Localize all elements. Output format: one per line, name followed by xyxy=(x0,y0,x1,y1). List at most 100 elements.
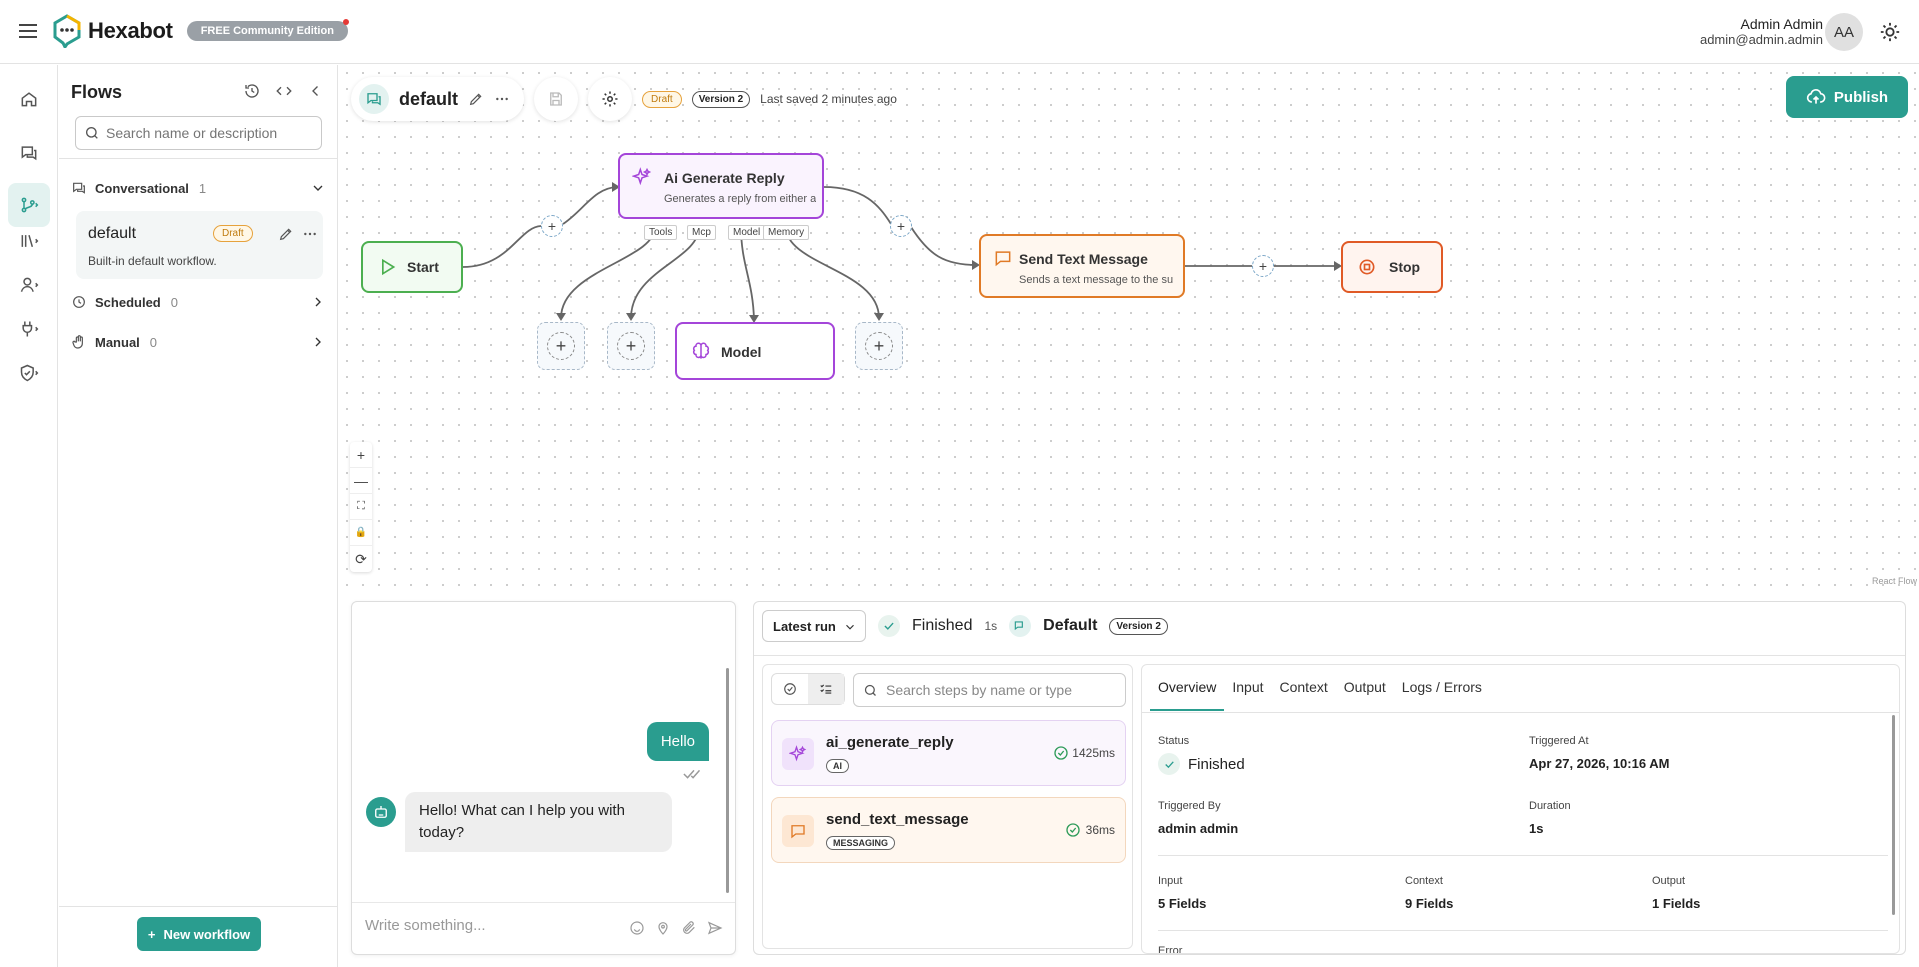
port-memory[interactable]: Memory xyxy=(763,225,810,240)
steps-search[interactable] xyxy=(853,673,1126,707)
add-node-button[interactable]: + xyxy=(541,215,563,237)
tab-overview[interactable]: Overview xyxy=(1150,679,1225,711)
flows-search[interactable] xyxy=(75,116,322,150)
lock-button[interactable]: 🔒 xyxy=(350,520,372,546)
collapse-icon[interactable] xyxy=(307,82,325,100)
fit-view-button[interactable]: ⛶ xyxy=(350,494,372,520)
node-stop[interactable]: Stop xyxy=(1341,241,1443,293)
port-model[interactable]: Model xyxy=(728,225,766,240)
run-status: Finished xyxy=(912,617,973,634)
check-circle-icon xyxy=(784,683,796,695)
pencil-icon[interactable] xyxy=(278,226,294,242)
brand-logo[interactable]: Hexabot FREE Community Edition xyxy=(52,14,350,48)
arrowhead xyxy=(626,313,636,321)
nav-home[interactable] xyxy=(8,77,50,121)
tab-logs-errors[interactable]: Logs / Errors xyxy=(1394,679,1490,711)
chat-scrollbar[interactable] xyxy=(726,668,729,893)
tab-input[interactable]: Input xyxy=(1224,679,1271,711)
user-icon xyxy=(20,277,39,292)
top-header: Hexabot FREE Community Edition Admin Adm… xyxy=(0,0,1919,64)
input-value: 5 Fields xyxy=(1158,896,1207,911)
context-label: Context xyxy=(1405,875,1443,887)
reset-button[interactable]: ⟳ xyxy=(350,546,372,572)
edge-start-ai xyxy=(462,186,618,268)
menu-icon[interactable] xyxy=(16,20,40,44)
send-icon[interactable] xyxy=(707,920,723,936)
step-duration: 36ms xyxy=(1085,823,1115,837)
node-model[interactable]: Model xyxy=(675,322,835,380)
nav-inbox[interactable] xyxy=(8,131,50,175)
zoom-in-button[interactable]: + xyxy=(350,442,372,468)
node-send-text-message[interactable]: Send Text Message Sends a text message t… xyxy=(979,234,1185,298)
nav-security[interactable] xyxy=(8,351,50,395)
user-name: Admin Admin xyxy=(1740,16,1823,32)
triggered-at-label: Triggered At xyxy=(1529,735,1589,747)
react-flow-attribution[interactable]: React Flow xyxy=(1872,576,1917,586)
bot-avatar xyxy=(366,797,396,827)
new-workflow-button[interactable]: + New workflow xyxy=(137,917,261,951)
status-view-button[interactable] xyxy=(772,674,808,704)
node-ai-generate-reply[interactable]: Ai Generate Reply Generates a reply from… xyxy=(618,153,824,219)
error-label: Error xyxy=(1158,945,1183,954)
plug-icon xyxy=(22,321,39,337)
nav-library[interactable] xyxy=(8,219,50,263)
steps-search-input[interactable] xyxy=(886,682,1116,698)
add-memory-placeholder[interactable]: + xyxy=(855,322,903,370)
flow-card-default[interactable]: default Draft Built-in default workflow. xyxy=(76,211,323,279)
triggered-at-value: Apr 27, 2026, 10:16 AM xyxy=(1529,756,1670,771)
node-title: Ai Generate Reply xyxy=(664,170,785,186)
nav-users[interactable] xyxy=(8,263,50,307)
flow-canvas[interactable]: default Draft Version 2 Last saved 2 min… xyxy=(339,65,1919,588)
user-info[interactable]: Admin Admin admin@admin.admin xyxy=(1700,16,1823,47)
divider xyxy=(754,655,1905,656)
add-mcp-placeholder[interactable]: + xyxy=(607,322,655,370)
group-conversational[interactable]: Conversational 1 xyxy=(71,176,326,200)
code-icon[interactable] xyxy=(275,82,293,100)
step-tag: AI xyxy=(826,759,849,773)
location-icon[interactable] xyxy=(655,920,671,936)
node-title: Send Text Message xyxy=(1019,251,1148,267)
shield-icon xyxy=(20,364,39,382)
detail-scrollbar[interactable] xyxy=(1892,715,1895,915)
chat-icon xyxy=(73,182,85,194)
port-tools[interactable]: Tools xyxy=(644,225,678,240)
group-label: Conversational xyxy=(95,180,189,196)
nav-integrations[interactable] xyxy=(8,307,50,351)
history-icon[interactable] xyxy=(243,82,261,100)
step-tag: MESSAGING xyxy=(826,836,896,850)
port-mcp[interactable]: Mcp xyxy=(687,225,716,240)
stop-icon xyxy=(1359,259,1375,275)
user-email: admin@admin.admin xyxy=(1699,32,1823,47)
attachment-icon[interactable] xyxy=(681,920,697,936)
group-scheduled[interactable]: Scheduled 0 xyxy=(71,290,326,314)
list-view-button[interactable] xyxy=(808,674,844,704)
tab-output[interactable]: Output xyxy=(1336,679,1394,711)
more-icon[interactable] xyxy=(302,226,318,242)
edge-mcp xyxy=(630,226,700,319)
plus-icon: + xyxy=(617,332,645,360)
chat-input[interactable] xyxy=(365,917,625,934)
step-item[interactable]: ai_generate_reply AI 1425ms xyxy=(771,720,1126,786)
version-badge: Version 2 xyxy=(1109,617,1168,635)
group-manual[interactable]: Manual 0 xyxy=(71,330,326,354)
check-circle-icon xyxy=(1158,753,1180,775)
flows-search-input[interactable] xyxy=(106,125,306,141)
flows-panel: Flows Conversational 1 default Draft Bui… xyxy=(59,65,338,967)
node-start[interactable]: Start xyxy=(361,241,463,293)
chevron-right-icon xyxy=(315,337,321,347)
hexabot-logo-icon xyxy=(53,14,81,48)
add-tool-placeholder[interactable]: + xyxy=(537,322,585,370)
add-node-button[interactable]: + xyxy=(890,215,912,237)
tab-context[interactable]: Context xyxy=(1272,679,1336,711)
brand-name: Hexabot xyxy=(88,18,173,43)
emoji-icon[interactable] xyxy=(629,920,645,936)
sun-icon[interactable] xyxy=(1879,21,1901,43)
triggered-by-label: Triggered By xyxy=(1158,800,1221,812)
run-select[interactable]: Latest run xyxy=(762,610,866,642)
step-item[interactable]: send_text_message MESSAGING 36ms xyxy=(771,797,1126,863)
zoom-out-button[interactable]: — xyxy=(350,468,372,494)
avatar[interactable]: AA xyxy=(1825,13,1863,51)
run-detail: Overview Input Context Output Logs / Err… xyxy=(1141,664,1900,954)
add-node-button[interactable]: + xyxy=(1252,255,1274,277)
flow-name: default xyxy=(88,225,137,242)
